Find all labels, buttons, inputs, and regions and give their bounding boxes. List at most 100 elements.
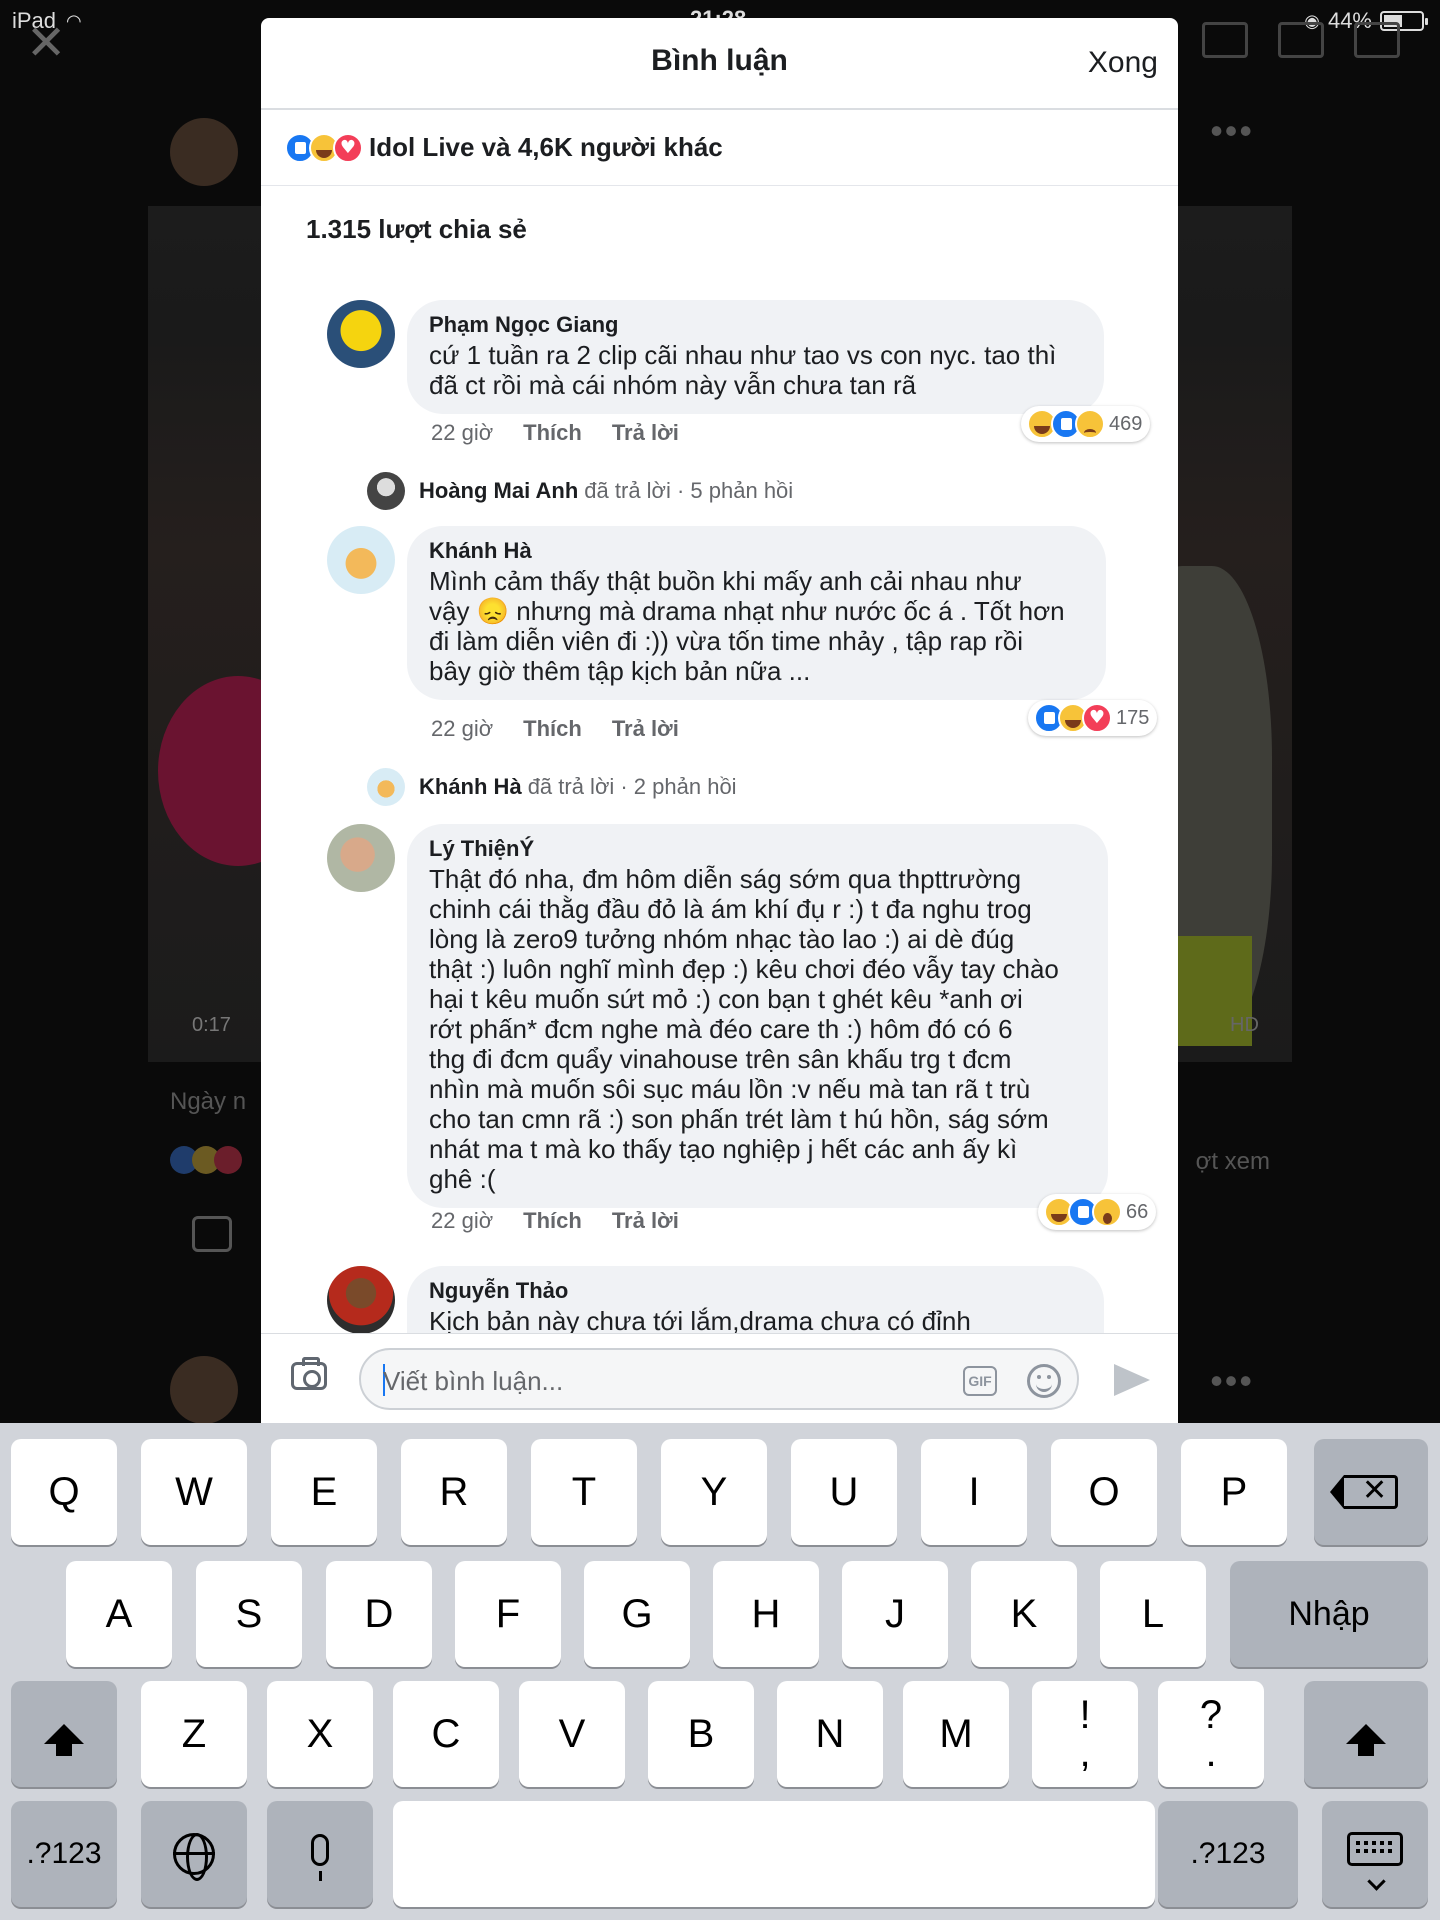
avatar[interactable] bbox=[327, 526, 395, 594]
key-f[interactable]: F bbox=[455, 1561, 561, 1667]
comment-author[interactable]: Nguyễn Thảo bbox=[429, 1278, 1082, 1304]
comment-text: Mình cảm thấy thật buồn khi mấy anh cải … bbox=[429, 566, 1065, 686]
key-h[interactable]: H bbox=[713, 1561, 819, 1667]
sad-reaction-icon bbox=[1075, 409, 1105, 439]
numbers-key-right[interactable]: .?123 bbox=[1158, 1801, 1298, 1907]
key-z[interactable]: Z bbox=[141, 1681, 247, 1787]
shares-count[interactable]: 1.315 lượt chia sẻ bbox=[306, 214, 527, 245]
avatar[interactable] bbox=[327, 824, 395, 892]
comment-text: cứ 1 tuần ra 2 clip cãi nhau như tao vs … bbox=[429, 340, 1057, 400]
key-i[interactable]: I bbox=[921, 1439, 1027, 1545]
view-replies[interactable]: Khánh Hà đã trả lời · 2 phản hồi bbox=[367, 768, 737, 806]
shift-key-left[interactable] bbox=[11, 1681, 117, 1787]
on-screen-keyboard: Q W E R T Y U I O P ✕ A S D F G H J K L … bbox=[0, 1423, 1440, 1920]
send-icon[interactable] bbox=[1114, 1364, 1150, 1396]
key-primary-char: ! bbox=[1079, 1693, 1091, 1737]
hide-keyboard-key[interactable] bbox=[1322, 1801, 1428, 1907]
globe-icon bbox=[173, 1833, 215, 1881]
key-u[interactable]: U bbox=[791, 1439, 897, 1545]
key-w[interactable]: W bbox=[141, 1439, 247, 1545]
comment-list[interactable]: Phạm Ngọc Giang cứ 1 tuần ra 2 clip cãi … bbox=[261, 280, 1178, 1333]
comment-reactions[interactable]: 175 bbox=[1028, 700, 1158, 736]
key-b[interactable]: B bbox=[648, 1681, 754, 1787]
comment-composer: Viết bình luận... GIF bbox=[261, 1333, 1178, 1423]
avatar bbox=[367, 768, 405, 806]
key-c[interactable]: C bbox=[393, 1681, 499, 1787]
modal-header: Bình luận Xong bbox=[261, 18, 1178, 110]
gif-icon[interactable]: GIF bbox=[963, 1366, 997, 1396]
reply-button[interactable]: Trả lời bbox=[612, 716, 679, 742]
key-q[interactable]: Q bbox=[11, 1439, 117, 1545]
reply-author: Hoàng Mai Anh bbox=[419, 478, 579, 503]
key-p[interactable]: P bbox=[1181, 1439, 1287, 1545]
key-x[interactable]: X bbox=[267, 1681, 373, 1787]
comment-reactions[interactable]: 66 bbox=[1038, 1194, 1157, 1230]
key-t[interactable]: T bbox=[531, 1439, 637, 1545]
backspace-icon: ✕ bbox=[1330, 1473, 1398, 1509]
comment-bubble[interactable]: Nguyễn Thảo Kịch bản này chưa tới lắm,dr… bbox=[407, 1266, 1104, 1333]
like-comment-button[interactable]: Thích bbox=[523, 716, 582, 742]
backspace-key[interactable]: ✕ bbox=[1314, 1439, 1428, 1545]
key-r[interactable]: R bbox=[401, 1439, 507, 1545]
key-k[interactable]: K bbox=[971, 1561, 1077, 1667]
comment-author[interactable]: Khánh Hà bbox=[429, 538, 1084, 564]
reply-button[interactable]: Trả lời bbox=[612, 420, 679, 446]
comment-bubble[interactable]: Phạm Ngọc Giang cứ 1 tuần ra 2 clip cãi … bbox=[407, 300, 1104, 414]
key-y[interactable]: Y bbox=[661, 1439, 767, 1545]
comment-actions: 22 giờ Thích Trả lời bbox=[431, 420, 679, 446]
dictation-key[interactable] bbox=[267, 1801, 373, 1907]
space-key[interactable] bbox=[393, 1801, 1155, 1907]
reaction-count: 175 bbox=[1116, 706, 1150, 729]
shift-key-right[interactable] bbox=[1304, 1681, 1428, 1787]
emoji-icon[interactable] bbox=[1027, 1364, 1061, 1398]
comment-input[interactable]: Viết bình luận... GIF bbox=[359, 1348, 1079, 1410]
comment-input-placeholder: Viết bình luận... bbox=[383, 1366, 564, 1396]
reaction-count: 66 bbox=[1126, 1200, 1149, 1223]
close-icon: ✕ bbox=[26, 17, 67, 70]
hd-label: HD bbox=[1230, 1014, 1259, 1036]
comment-author[interactable]: Lý ThiệnÝ bbox=[429, 836, 1086, 862]
key-o[interactable]: O bbox=[1051, 1439, 1157, 1545]
shift-icon bbox=[44, 1724, 84, 1756]
key-question-period[interactable]: ?. bbox=[1158, 1681, 1264, 1787]
comment-bubble[interactable]: Khánh Hà Mình cảm thấy thật buồn khi mấy… bbox=[407, 526, 1106, 700]
key-m[interactable]: M bbox=[903, 1681, 1009, 1787]
key-v[interactable]: V bbox=[519, 1681, 625, 1787]
shift-icon bbox=[1346, 1724, 1386, 1756]
key-n[interactable]: N bbox=[777, 1681, 883, 1787]
more-icon: ••• bbox=[1210, 110, 1254, 151]
reply-button[interactable]: Trả lời bbox=[612, 1208, 679, 1234]
key-a[interactable]: A bbox=[66, 1561, 172, 1667]
like-comment-button[interactable]: Thích bbox=[523, 1208, 582, 1234]
view-replies[interactable]: Hoàng Mai Anh đã trả lời · 5 phản hồi bbox=[367, 472, 793, 510]
key-e[interactable]: E bbox=[271, 1439, 377, 1545]
post-caption: Ngày n bbox=[170, 1088, 247, 1115]
key-d[interactable]: D bbox=[326, 1561, 432, 1667]
reply-summary: đã trả lời · 2 phản hồi bbox=[527, 774, 737, 799]
numbers-key-left[interactable]: .?123 bbox=[11, 1801, 117, 1907]
camera-icon[interactable] bbox=[291, 1357, 327, 1390]
wow-reaction-icon bbox=[1092, 1197, 1122, 1227]
key-exclamation-comma[interactable]: !, bbox=[1032, 1681, 1138, 1787]
key-secondary-char: , bbox=[1079, 1731, 1091, 1775]
reply-author: Khánh Hà bbox=[419, 774, 522, 799]
done-button[interactable]: Xong bbox=[1088, 46, 1158, 80]
globe-key[interactable] bbox=[141, 1801, 247, 1907]
reactions-summary[interactable]: Idol Live và 4,6K người khác bbox=[261, 110, 1178, 186]
comment-bubble[interactable]: Lý ThiệnÝ Thật đó nha, đm hôm diễn ság s… bbox=[407, 824, 1108, 1208]
reaction-count: 469 bbox=[1109, 412, 1143, 435]
avatar[interactable] bbox=[327, 1266, 395, 1333]
key-g[interactable]: G bbox=[584, 1561, 690, 1667]
post-reactions bbox=[170, 1146, 242, 1174]
love-reaction-icon bbox=[1082, 703, 1112, 733]
key-l[interactable]: L bbox=[1100, 1561, 1206, 1667]
key-s[interactable]: S bbox=[196, 1561, 302, 1667]
enter-key[interactable]: Nhập bbox=[1230, 1561, 1428, 1667]
key-j[interactable]: J bbox=[842, 1561, 948, 1667]
video-controls bbox=[1202, 22, 1400, 58]
comment-reactions[interactable]: 469 bbox=[1021, 406, 1151, 442]
avatar[interactable] bbox=[327, 300, 395, 368]
comment-author[interactable]: Phạm Ngọc Giang bbox=[429, 312, 1082, 338]
like-comment-button[interactable]: Thích bbox=[523, 420, 582, 446]
comments-modal: Bình luận Xong Idol Live và 4,6K người k… bbox=[261, 18, 1178, 1423]
